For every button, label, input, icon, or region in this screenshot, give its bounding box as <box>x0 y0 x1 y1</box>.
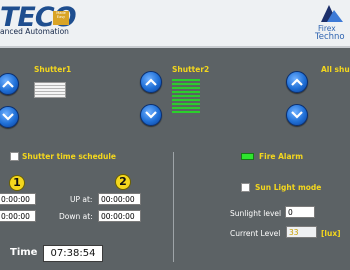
all-shutters-label: All shu <box>321 65 350 74</box>
shutter2-graphic <box>172 79 200 115</box>
schedule-badge-2: 2 <box>116 175 130 189</box>
schedule1-down-time-field[interactable]: 0:00:00 <box>0 210 36 222</box>
fire-alarm-label: Fire Alarm <box>259 152 304 161</box>
chevron-up-icon <box>145 78 157 86</box>
shutter-time-schedule-label: Shutter time schedule <box>22 152 117 161</box>
schedule2-up-time-field[interactable]: 00:00:00 <box>98 193 141 205</box>
down-at-label: Down at: <box>59 212 93 221</box>
time-label: Time <box>10 247 38 258</box>
sunlight-level-input[interactable]: 0 <box>285 206 315 218</box>
firex-logo-line2: Techno <box>315 32 345 42</box>
chevron-down-icon <box>145 111 157 119</box>
shutter-time-schedule-checkbox[interactable] <box>10 152 19 161</box>
time-display: 07:38:54 <box>43 245 103 262</box>
shutter1-graphic <box>34 82 66 98</box>
shutter1-up-button[interactable] <box>0 73 19 95</box>
current-level-label: Current Level <box>230 229 281 238</box>
sun-light-mode-label: Sun Light mode <box>255 183 322 192</box>
all-shutters-up-button[interactable] <box>286 71 308 93</box>
badge-line-2: Easy <box>56 15 66 19</box>
shutter2-label: Shutter2 <box>172 65 210 74</box>
up-at-label: UP at: <box>70 195 93 204</box>
all-shutters-down-button[interactable] <box>286 104 308 126</box>
section-divider <box>173 152 174 262</box>
current-level-unit: [lux] <box>321 229 341 238</box>
schedule-badge-1: 1 <box>10 176 24 190</box>
teco-made-easy-badge: Made Easy <box>53 11 69 25</box>
sun-light-mode-checkbox[interactable] <box>241 183 250 192</box>
chevron-down-icon <box>2 113 14 121</box>
chevron-up-icon <box>2 80 14 88</box>
teco-slogan: anced Automation <box>0 27 69 36</box>
shutter1-down-button[interactable] <box>0 106 19 128</box>
shutter1-label: Shutter1 <box>34 65 72 74</box>
schedule1-up-time-field[interactable]: 0:00:00 <box>0 193 36 205</box>
chevron-down-icon <box>291 111 303 119</box>
firex-logo-icon <box>321 5 343 22</box>
current-level-value: 33 <box>286 226 317 238</box>
schedule2-down-time-field[interactable]: 00:00:00 <box>98 210 141 222</box>
shutter2-down-button[interactable] <box>140 104 162 126</box>
sunlight-level-label: Sunlight level <box>230 209 282 218</box>
fire-alarm-indicator <box>241 153 254 160</box>
chevron-up-icon <box>291 78 303 86</box>
shutter2-up-button[interactable] <box>140 71 162 93</box>
